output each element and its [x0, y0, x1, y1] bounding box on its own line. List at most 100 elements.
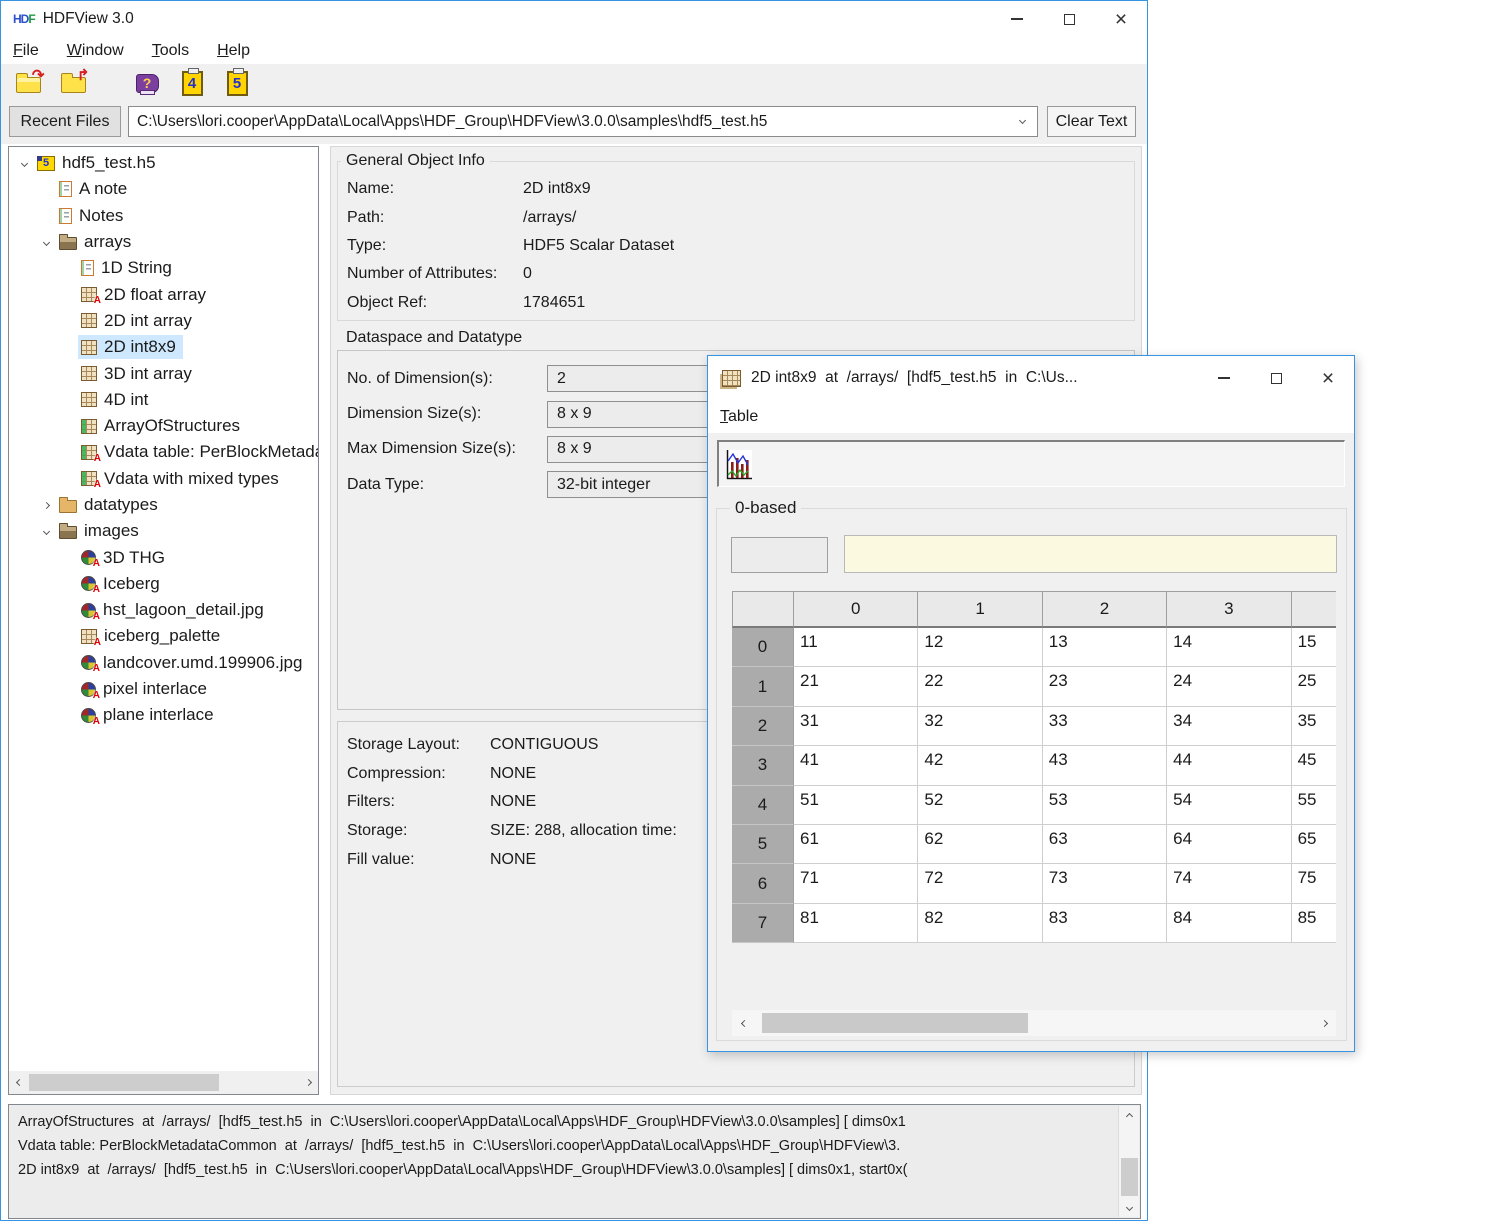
row-header[interactable]: 2 — [732, 707, 794, 746]
tree-item[interactable]: 5hdf5_test.h5 — [9, 150, 318, 176]
close-button[interactable]: × — [1095, 1, 1147, 37]
minimize-button[interactable] — [991, 1, 1043, 37]
expander-icon[interactable] — [37, 529, 56, 534]
table-cell[interactable]: 61 — [794, 825, 918, 864]
grid-corner-cell[interactable] — [732, 591, 794, 628]
scroll-up-icon[interactable] — [1119, 1106, 1139, 1126]
row-header[interactable]: 7 — [732, 904, 794, 943]
table-cell[interactable]: 45 — [1292, 746, 1336, 785]
log-vertical-scrollbar[interactable] — [1118, 1106, 1139, 1217]
scrollbar-thumb[interactable] — [29, 1074, 219, 1091]
scroll-right-icon[interactable] — [298, 1071, 318, 1094]
table-cell[interactable]: 24 — [1167, 667, 1291, 706]
table-cell[interactable]: 82 — [918, 904, 1042, 943]
chart-view-icon[interactable] — [724, 447, 754, 482]
tree-item[interactable]: Ahst_lagoon_detail.jpg — [9, 597, 318, 623]
table-maximize-button[interactable] — [1250, 356, 1302, 400]
status-log[interactable]: ArrayOfStructures at /arrays/ [hdf5_test… — [8, 1104, 1141, 1219]
row-header[interactable]: 3 — [732, 746, 794, 785]
row-header[interactable]: 4 — [732, 786, 794, 825]
menu-window[interactable]: Window — [67, 42, 124, 60]
row-header[interactable]: 5 — [732, 825, 794, 864]
table-cell[interactable]: 64 — [1167, 825, 1291, 864]
tree-item[interactable]: 2D int array — [9, 308, 318, 334]
tree-item[interactable]: AIceberg — [9, 571, 318, 597]
column-header[interactable]: 1 — [918, 591, 1042, 628]
table-cell[interactable]: 41 — [794, 746, 918, 785]
tree-item[interactable]: datatypes — [9, 492, 318, 518]
column-header[interactable] — [1292, 591, 1336, 628]
table-horizontal-scrollbar[interactable] — [732, 1010, 1336, 1036]
tree-item[interactable]: Notes — [9, 203, 318, 229]
chevron-down-icon[interactable] — [1019, 117, 1026, 124]
scrollbar-thumb[interactable] — [762, 1013, 1028, 1033]
close-file-icon[interactable]: ↱ — [58, 69, 88, 97]
table-cell[interactable]: 53 — [1043, 786, 1167, 825]
table-minimize-button[interactable] — [1198, 356, 1250, 400]
tree-item[interactable]: ArrayOfStructures — [9, 413, 318, 439]
hdf4-file-icon[interactable]: 4 — [177, 69, 207, 97]
table-cell[interactable]: 55 — [1292, 786, 1336, 825]
table-cell[interactable]: 52 — [918, 786, 1042, 825]
tree-item[interactable]: 3D int array — [9, 360, 318, 386]
tree-item[interactable]: images — [9, 518, 318, 544]
table-cell[interactable]: 63 — [1043, 825, 1167, 864]
user-guide-icon[interactable]: ? — [132, 69, 162, 97]
menu-file[interactable]: File — [13, 42, 39, 60]
table-cell[interactable]: 34 — [1167, 707, 1291, 746]
hdf5-file-icon[interactable]: 5 — [222, 69, 252, 97]
cell-value-field[interactable] — [844, 535, 1337, 573]
table-cell[interactable]: 74 — [1167, 864, 1291, 903]
tree-item[interactable]: Aplane interlace — [9, 702, 318, 728]
table-cell[interactable]: 25 — [1292, 667, 1336, 706]
tree-item[interactable]: AVdata table: PerBlockMetadataCommon — [9, 439, 318, 465]
expander-icon[interactable] — [37, 240, 56, 245]
column-header[interactable]: 0 — [794, 591, 918, 628]
table-cell[interactable]: 14 — [1167, 628, 1291, 667]
table-cell[interactable]: 72 — [918, 864, 1042, 903]
open-file-icon[interactable]: ↷ — [13, 69, 43, 97]
table-cell[interactable]: 12 — [918, 628, 1042, 667]
tree-item[interactable]: A note — [9, 176, 318, 202]
tree-item[interactable]: Apixel interlace — [9, 676, 318, 702]
table-cell[interactable]: 23 — [1043, 667, 1167, 706]
table-cell[interactable]: 32 — [918, 707, 1042, 746]
cell-reference-field[interactable] — [731, 537, 828, 573]
table-cell[interactable]: 85 — [1292, 904, 1336, 943]
table-cell[interactable]: 35 — [1292, 707, 1336, 746]
tree-item[interactable]: AVdata with mixed types — [9, 466, 318, 492]
table-cell[interactable]: 13 — [1043, 628, 1167, 667]
table-cell[interactable]: 31 — [794, 707, 918, 746]
scroll-left-icon[interactable] — [9, 1071, 29, 1094]
tree-item[interactable]: A2D float array — [9, 281, 318, 307]
scroll-right-icon[interactable] — [1314, 1010, 1334, 1036]
scroll-left-icon[interactable] — [734, 1010, 754, 1036]
table-cell[interactable]: 54 — [1167, 786, 1291, 825]
table-titlebar[interactable]: 2D int8x9 at /arrays/ [hdf5_test.h5 in C… — [708, 356, 1354, 400]
scrollbar-thumb[interactable] — [1121, 1158, 1138, 1196]
table-cell[interactable]: 84 — [1167, 904, 1291, 943]
column-header[interactable]: 3 — [1167, 591, 1291, 628]
tree-item[interactable]: A3D THG — [9, 544, 318, 570]
main-titlebar[interactable]: HDF HDFView 3.0 × — [1, 1, 1147, 37]
table-cell[interactable]: 11 — [794, 628, 918, 667]
maximize-button[interactable] — [1043, 1, 1095, 37]
table-cell[interactable]: 73 — [1043, 864, 1167, 903]
table-cell[interactable]: 43 — [1043, 746, 1167, 785]
table-cell[interactable]: 44 — [1167, 746, 1291, 785]
tree-item[interactable]: 1D String — [9, 255, 318, 281]
file-path-combobox[interactable]: C:\Users\lori.cooper\AppData\Local\Apps\… — [128, 106, 1038, 137]
table-cell[interactable]: 51 — [794, 786, 918, 825]
tree-horizontal-scrollbar[interactable] — [9, 1071, 318, 1094]
tree-item[interactable]: Aiceberg_palette — [9, 623, 318, 649]
table-cell[interactable]: 75 — [1292, 864, 1336, 903]
tree-item[interactable]: arrays — [9, 229, 318, 255]
row-header[interactable]: 1 — [732, 667, 794, 706]
expander-icon[interactable] — [15, 161, 34, 166]
table-cell[interactable]: 62 — [918, 825, 1042, 864]
row-header[interactable]: 6 — [732, 864, 794, 903]
table-cell[interactable]: 21 — [794, 667, 918, 706]
table-cell[interactable]: 81 — [794, 904, 918, 943]
menu-help[interactable]: Help — [217, 42, 250, 60]
column-header[interactable]: 2 — [1043, 591, 1167, 628]
